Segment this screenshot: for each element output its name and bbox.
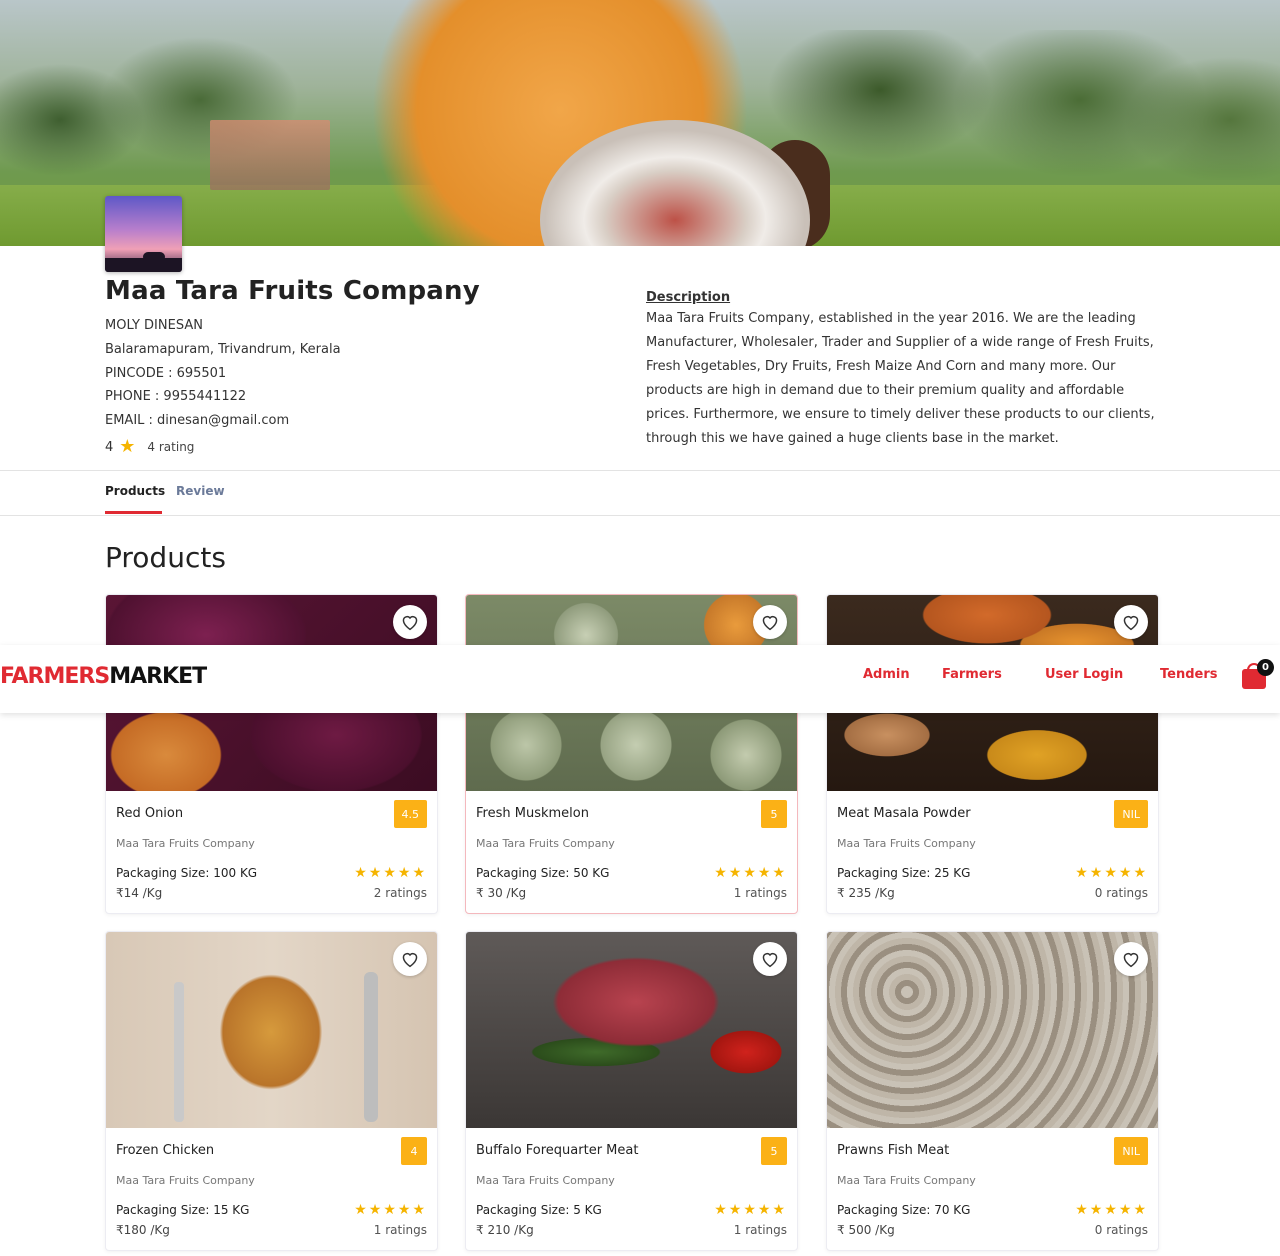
star-rating-icon: ★★★★★ [1075,865,1148,881]
rating-badge: 5 [761,1137,787,1165]
product-company: Maa Tara Fruits Company [837,837,976,850]
wishlist-heart-icon[interactable] [1114,942,1148,976]
company-phone: PHONE : 9955441122 [105,389,247,404]
product-company: Maa Tara Fruits Company [116,1174,255,1187]
star-icon: ★ [119,436,136,457]
nav-tenders[interactable]: Tenders [1160,667,1217,682]
rating-badge: 5 [761,800,787,828]
wishlist-heart-icon[interactable] [393,942,427,976]
description-text: Maa Tara Fruits Company, established in … [646,311,1155,446]
product-card[interactable]: Frozen Chicken 4 Maa Tara Fruits Company… [105,931,438,1251]
ratings-count: 0 ratings [1094,1223,1148,1237]
star-rating-icon: ★★★★★ [354,865,427,881]
product-price: ₹ 500 /Kg [837,1223,895,1237]
product-company: Maa Tara Fruits Company [476,837,615,850]
tab-products[interactable]: Products [105,484,165,498]
description-title: Description [646,290,731,305]
rating-count: 4 rating [147,440,195,454]
packaging-size: Packaging Size: 25 KG [837,866,971,880]
product-price: ₹ 210 /Kg [476,1223,534,1237]
knife-shape [364,972,378,1122]
product-name[interactable]: Meat Masala Powder [837,806,971,821]
product-price: ₹ 30 /Kg [476,886,527,900]
star-rating-icon: ★★★★★ [714,865,787,881]
rating-badge: 4 [401,1137,427,1165]
tab-review[interactable]: Review [176,484,225,498]
nav-admin[interactable]: Admin [863,667,910,682]
company-pincode: PINCODE : 695501 [105,366,227,381]
ratings-count: 2 ratings [373,886,427,900]
nav-user-login[interactable]: User Login [1045,667,1123,682]
star-rating-icon: ★★★★★ [1075,1202,1148,1218]
product-card[interactable]: Buffalo Forequarter Meat 5 Maa Tara Frui… [465,931,798,1251]
product-price: ₹180 /Kg [116,1223,170,1237]
product-company: Maa Tara Fruits Company [837,1174,976,1187]
rating-badge: NIL [1114,1137,1148,1165]
star-rating-icon: ★★★★★ [354,1202,427,1218]
product-name[interactable]: Frozen Chicken [116,1143,214,1158]
packaging-size: Packaging Size: 100 KG [116,866,258,880]
ratings-count: 1 ratings [733,886,787,900]
owner-name: MOLY DINESAN [105,318,203,333]
product-name[interactable]: Buffalo Forequarter Meat [476,1143,638,1158]
company-address: Balaramapuram, Trivandrum, Kerala [105,342,341,357]
packaging-size: Packaging Size: 70 KG [837,1203,971,1217]
product-card[interactable]: Red Onion 4.5 Maa Tara Fruits Company Pa… [105,594,438,914]
cart-count-badge: 0 [1257,659,1274,676]
product-card[interactable]: Prawns Fish Meat NIL Maa Tara Fruits Com… [826,931,1159,1251]
star-rating-icon: ★★★★★ [714,1202,787,1218]
wishlist-heart-icon[interactable] [1114,605,1148,639]
products-heading: Products [105,541,226,574]
packaging-size: Packaging Size: 15 KG [116,1203,250,1217]
ratings-count: 1 ratings [373,1223,427,1237]
packaging-size: Packaging Size: 50 KG [476,866,610,880]
top-navbar: FARMERSMARKET Admin Farmers User Login T… [0,645,1280,713]
product-name[interactable]: Prawns Fish Meat [837,1143,949,1158]
product-image[interactable] [827,932,1158,1128]
wishlist-heart-icon[interactable] [393,605,427,639]
active-tab-indicator [105,511,162,514]
rating-badge: 4.5 [393,800,427,828]
product-image[interactable] [466,932,797,1128]
wishlist-heart-icon[interactable] [753,605,787,639]
company-name: Maa Tara Fruits Company [105,276,480,306]
logo-part-market: MARKET [109,664,207,689]
cover-banner [0,0,1280,246]
divider [0,515,1280,516]
logo-part-farmers: FARMERS [0,664,110,689]
cart-bag-icon[interactable]: 0 [1240,659,1274,691]
ratings-count: 1 ratings [733,1223,787,1237]
company-rating: 4 ★ 4 rating [105,438,194,456]
company-email: EMAIL : dinesan@gmail.com [105,413,290,428]
product-card[interactable]: Fresh Muskmelon 5 Maa Tara Fruits Compan… [465,594,798,914]
farmers-market-logo[interactable]: FARMERSMARKET [0,664,207,689]
avatar-animal [143,252,165,262]
product-card[interactable]: Meat Masala Powder NIL Maa Tara Fruits C… [826,594,1159,914]
product-price: ₹14 /Kg [116,886,163,900]
divider [0,470,1280,471]
product-price: ₹ 235 /Kg [837,886,895,900]
product-company: Maa Tara Fruits Company [116,837,255,850]
fork-shape [174,982,184,1122]
product-company: Maa Tara Fruits Company [476,1174,615,1187]
product-image[interactable] [106,932,437,1128]
nav-farmers[interactable]: Farmers [942,667,1002,682]
rating-value: 4 [105,439,114,455]
wishlist-heart-icon[interactable] [753,942,787,976]
company-avatar [105,196,182,272]
ratings-count: 0 ratings [1094,886,1148,900]
product-name[interactable]: Red Onion [116,806,183,821]
product-name[interactable]: Fresh Muskmelon [476,806,589,821]
packaging-size: Packaging Size: 5 KG [476,1203,602,1217]
rating-badge: NIL [1114,800,1148,828]
